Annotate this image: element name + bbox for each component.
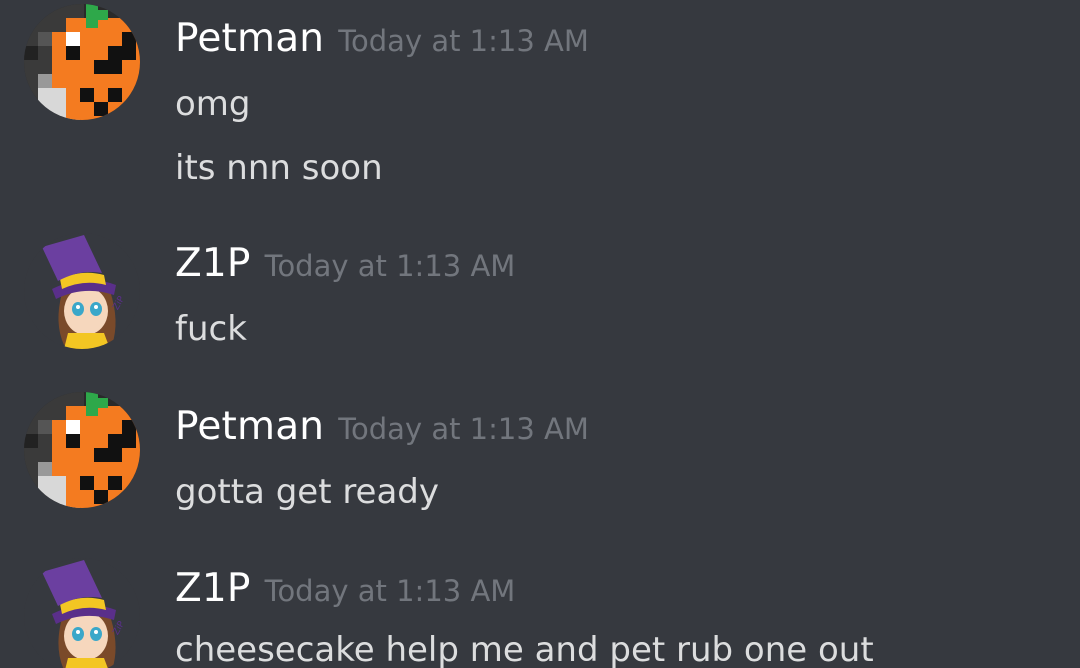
- svg-text:ZiP: ZiP: [111, 619, 127, 637]
- timestamp[interactable]: Today at 1:13 AM: [338, 24, 589, 58]
- message-text: gotta get ready: [175, 472, 440, 512]
- message-header: Z1P Today at 1:13 AM: [175, 241, 515, 289]
- message-text: fuck: [175, 309, 247, 349]
- username[interactable]: Z1P: [175, 566, 251, 611]
- message-group: Petman Today at 1:13 AM gotta get ready: [0, 388, 1080, 538]
- message-group: Petman Today at 1:13 AM omg its nnn soon: [0, 0, 1080, 215]
- timestamp[interactable]: Today at 1:13 AM: [338, 412, 589, 446]
- username[interactable]: Petman: [175, 16, 324, 61]
- pumpkin-pixel-icon: [24, 4, 140, 120]
- hat-kid-avatar-icon[interactable]: ZiP: [24, 558, 140, 668]
- hat-kid-avatar-icon[interactable]: ZiP: [24, 233, 140, 349]
- timestamp[interactable]: Today at 1:13 AM: [265, 249, 516, 283]
- message-text: omg: [175, 84, 251, 124]
- timestamp[interactable]: Today at 1:13 AM: [265, 574, 516, 608]
- message-text: its nnn soon: [175, 148, 383, 188]
- message-group: ZiP Z1P Today at 1:13 AM fuck: [0, 225, 1080, 375]
- hat-kid-icon: ZiP: [42, 560, 127, 668]
- pumpkin-avatar-icon[interactable]: [24, 4, 140, 120]
- message-header: Petman Today at 1:13 AM: [175, 16, 589, 64]
- pumpkin-pixel-icon: [24, 392, 140, 508]
- message-text: cheesecake help me and pet rub one out: [175, 630, 874, 668]
- hat-kid-icon: ZiP: [42, 235, 127, 349]
- message-header: Z1P Today at 1:13 AM: [175, 566, 515, 614]
- message-group: ZiP Z1P Today at 1:13 AM cheesecake help …: [0, 550, 1080, 668]
- username[interactable]: Z1P: [175, 241, 251, 286]
- username[interactable]: Petman: [175, 404, 324, 449]
- message-header: Petman Today at 1:13 AM: [175, 404, 589, 452]
- pumpkin-avatar-icon[interactable]: [24, 392, 140, 508]
- chat-messages: Petman Today at 1:13 AM omg its nnn soon: [0, 0, 1080, 668]
- svg-text:ZiP: ZiP: [111, 294, 127, 312]
